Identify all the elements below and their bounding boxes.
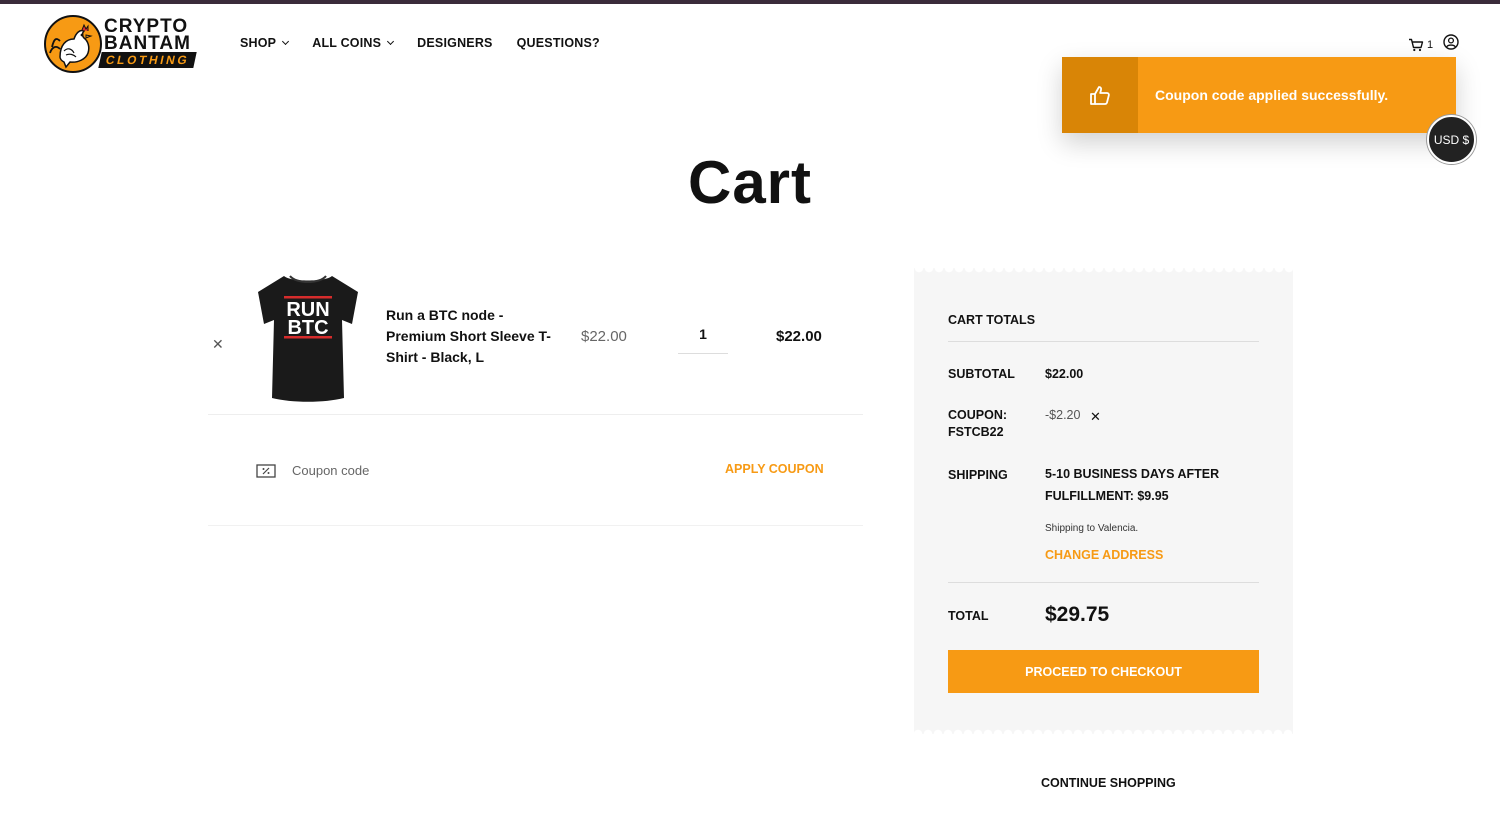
subtotal-label: SUBTOTAL: [948, 367, 1015, 381]
nav-item-label: DESIGNERS: [417, 36, 493, 50]
nav-item-all-coins[interactable]: ALL COINS: [312, 36, 395, 50]
account-button[interactable]: [1443, 34, 1459, 55]
coupon-discount-value: -$2.20: [1045, 408, 1081, 422]
total-label: TOTAL: [948, 609, 989, 623]
proceed-to-checkout-button[interactable]: PROCEED TO CHECKOUT: [948, 650, 1259, 693]
quantity-input[interactable]: 1: [678, 318, 728, 354]
remove-item-button[interactable]: ✕: [212, 336, 224, 353]
header-cart-button[interactable]: 1: [1408, 38, 1433, 52]
cart-totals-heading: CART TOTALS: [948, 313, 1036, 327]
nav-item-label: ALL COINS: [312, 36, 382, 50]
product-price: $22.00: [581, 328, 627, 345]
coupon-label: COUPON:: [948, 408, 1008, 422]
continue-shopping-link[interactable]: CONTINUE SHOPPING: [1041, 776, 1176, 790]
coupon-success-toast[interactable]: Coupon code applied successfully.: [1062, 57, 1456, 133]
change-address-link[interactable]: CHANGE ADDRESS: [1045, 548, 1163, 562]
shipping-label: SHIPPING: [948, 468, 1008, 482]
nav-item-designers[interactable]: DESIGNERS: [417, 36, 492, 50]
thumbs-up-icon: [1090, 86, 1110, 105]
subtotal-value: $22.00: [1045, 367, 1084, 381]
logo-text-bantam: BANTAM: [104, 33, 191, 54]
shipping-method-line-2: FULFILLMENT: $9.95: [1045, 489, 1169, 503]
nav-item-label: SHOP: [240, 36, 277, 50]
totals-divider: [948, 582, 1259, 583]
header-actions: 1: [1408, 34, 1459, 55]
toast-icon-box: [1062, 57, 1138, 133]
main-nav: SHOP ALL COINS DESIGNERS QUESTIONS?: [240, 36, 600, 50]
nav-item-questions[interactable]: QUESTIONS?: [517, 36, 600, 50]
logo-text-clothing: CLOTHING: [98, 52, 198, 68]
product-name-link[interactable]: Run a BTC node - Premium Short Sleeve T-…: [386, 305, 561, 368]
cart-count: 1: [1427, 38, 1434, 51]
cart-totals-panel: CART TOTALS SUBTOTAL $22.00 COUPON: FSTC…: [914, 268, 1293, 734]
page-title: Cart: [687, 149, 813, 216]
shipping-destination: Shipping to Valencia.: [1045, 523, 1139, 534]
apply-coupon-button[interactable]: APPLY COUPON: [725, 462, 824, 476]
product-thumbnail[interactable]: RUN BTC: [254, 270, 362, 404]
site-logo[interactable]: CRYPTO BANTAM CLOTHING: [44, 14, 198, 74]
tshirt-print-line-2: BTC: [287, 317, 328, 339]
user-icon: [1443, 34, 1459, 50]
coupon-icon: [256, 463, 276, 484]
coupon-code-label: FSTCB22: [948, 425, 1004, 439]
chevron-down-icon: [282, 37, 290, 46]
nav-item-shop[interactable]: SHOP: [240, 36, 290, 50]
row-divider: [208, 414, 863, 415]
total-value: $29.75: [1045, 603, 1110, 626]
shipping-method-line-1: 5-10 BUSINESS DAYS AFTER: [1045, 467, 1220, 481]
totals-divider: [948, 341, 1259, 342]
remove-coupon-button[interactable]: ✕: [1090, 409, 1101, 425]
toast-message: Coupon code applied successfully.: [1138, 57, 1456, 133]
rooster-logo-icon: [44, 15, 102, 73]
chevron-down-icon: [387, 37, 395, 46]
nav-item-label: QUESTIONS?: [516, 36, 600, 50]
top-accent-bar: [0, 0, 1500, 4]
coupon-code-input[interactable]: Coupon code: [292, 463, 592, 478]
coupon-divider: [208, 525, 863, 526]
cart-icon: [1409, 38, 1424, 51]
product-subtotal: $22.00: [776, 328, 822, 345]
